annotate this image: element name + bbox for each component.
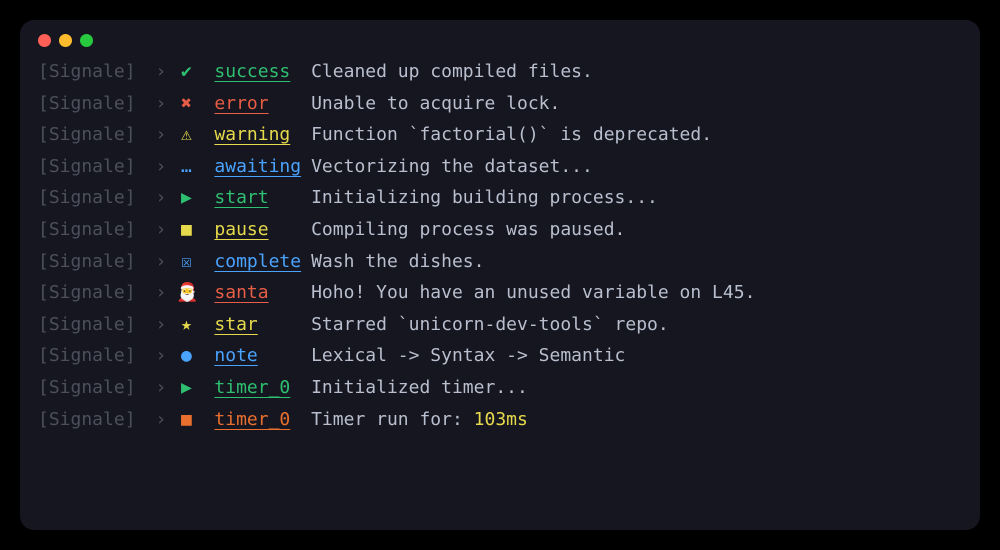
log-badge: star [214, 314, 301, 336]
log-prefix: [Signale] [38, 187, 136, 209]
log-message: Initializing building process... [311, 187, 962, 209]
chevron-icon: › [156, 345, 167, 367]
log-lines: [Signale] › ✔ success Cleaned up compiled fi… [38, 61, 962, 430]
log-prefix: [Signale] [38, 93, 136, 115]
log-badge: success [214, 61, 301, 83]
log-badge: warning [214, 124, 301, 146]
log-message: Starred `unicorn-dev-tools` repo. [311, 314, 962, 336]
cross-icon: ✖ [176, 93, 196, 115]
chevron-icon: › [156, 377, 167, 399]
chevron-icon: › [156, 409, 167, 431]
log-message-highlight: 103ms [474, 409, 528, 430]
pause-icon: ■ [176, 219, 196, 241]
stop-icon: ■ [176, 409, 196, 431]
close-dot[interactable] [38, 34, 51, 47]
window-controls [38, 34, 962, 47]
log-prefix: [Signale] [38, 124, 136, 146]
log-prefix: [Signale] [38, 61, 136, 83]
ellipsis-icon: … [176, 156, 196, 178]
log-prefix: [Signale] [38, 377, 136, 399]
log-message: Wash the dishes. [311, 251, 962, 273]
log-message: Compiling process was paused. [311, 219, 962, 241]
log-badge: note [214, 345, 301, 367]
chevron-icon: › [156, 156, 167, 178]
log-badge: awaiting [214, 156, 301, 178]
chevron-icon: › [156, 282, 167, 304]
chevron-icon: › [156, 187, 167, 209]
log-prefix: [Signale] [38, 314, 136, 336]
play-icon: ▶ [176, 377, 196, 399]
log-prefix: [Signale] [38, 409, 136, 431]
log-badge: santa [214, 282, 301, 304]
log-badge: timer_0 [214, 409, 301, 431]
log-message: Function `factorial()` is deprecated. [311, 124, 962, 146]
star-icon: ★ [176, 314, 196, 336]
chevron-icon: › [156, 314, 167, 336]
chevron-icon: › [156, 251, 167, 273]
play-icon: ▶ [176, 187, 196, 209]
terminal-window: [Signale] › ✔ success Cleaned up compiled fi… [20, 20, 980, 530]
log-prefix: [Signale] [38, 282, 136, 304]
chevron-icon: › [156, 61, 167, 83]
log-prefix: [Signale] [38, 219, 136, 241]
chevron-icon: › [156, 93, 167, 115]
dot-icon: ● [176, 345, 196, 367]
log-message: Timer run for: 103ms [311, 409, 962, 431]
log-badge: pause [214, 219, 301, 241]
log-prefix: [Signale] [38, 156, 136, 178]
log-badge: timer_0 [214, 377, 301, 399]
zoom-dot[interactable] [80, 34, 93, 47]
santa-icon: 🎅 [176, 282, 196, 304]
log-prefix: [Signale] [38, 251, 136, 273]
chevron-icon: › [156, 124, 167, 146]
log-badge: error [214, 93, 301, 115]
log-prefix: [Signale] [38, 345, 136, 367]
log-message-text: Timer run for: [311, 409, 474, 430]
log-message: Hoho! You have an unused variable on L45… [311, 282, 962, 304]
log-message: Lexical -> Syntax -> Semantic [311, 345, 962, 367]
log-message: Vectorizing the dataset... [311, 156, 962, 178]
warning-icon: ⚠ [176, 124, 196, 146]
log-badge: start [214, 187, 301, 209]
log-message: Cleaned up compiled files. [311, 61, 962, 83]
chevron-icon: › [156, 219, 167, 241]
log-message: Initialized timer... [311, 377, 962, 399]
log-message: Unable to acquire lock. [311, 93, 962, 115]
minimize-dot[interactable] [59, 34, 72, 47]
log-badge: complete [214, 251, 301, 273]
checkbox-icon: ☒ [176, 251, 196, 273]
check-icon: ✔ [176, 61, 196, 83]
